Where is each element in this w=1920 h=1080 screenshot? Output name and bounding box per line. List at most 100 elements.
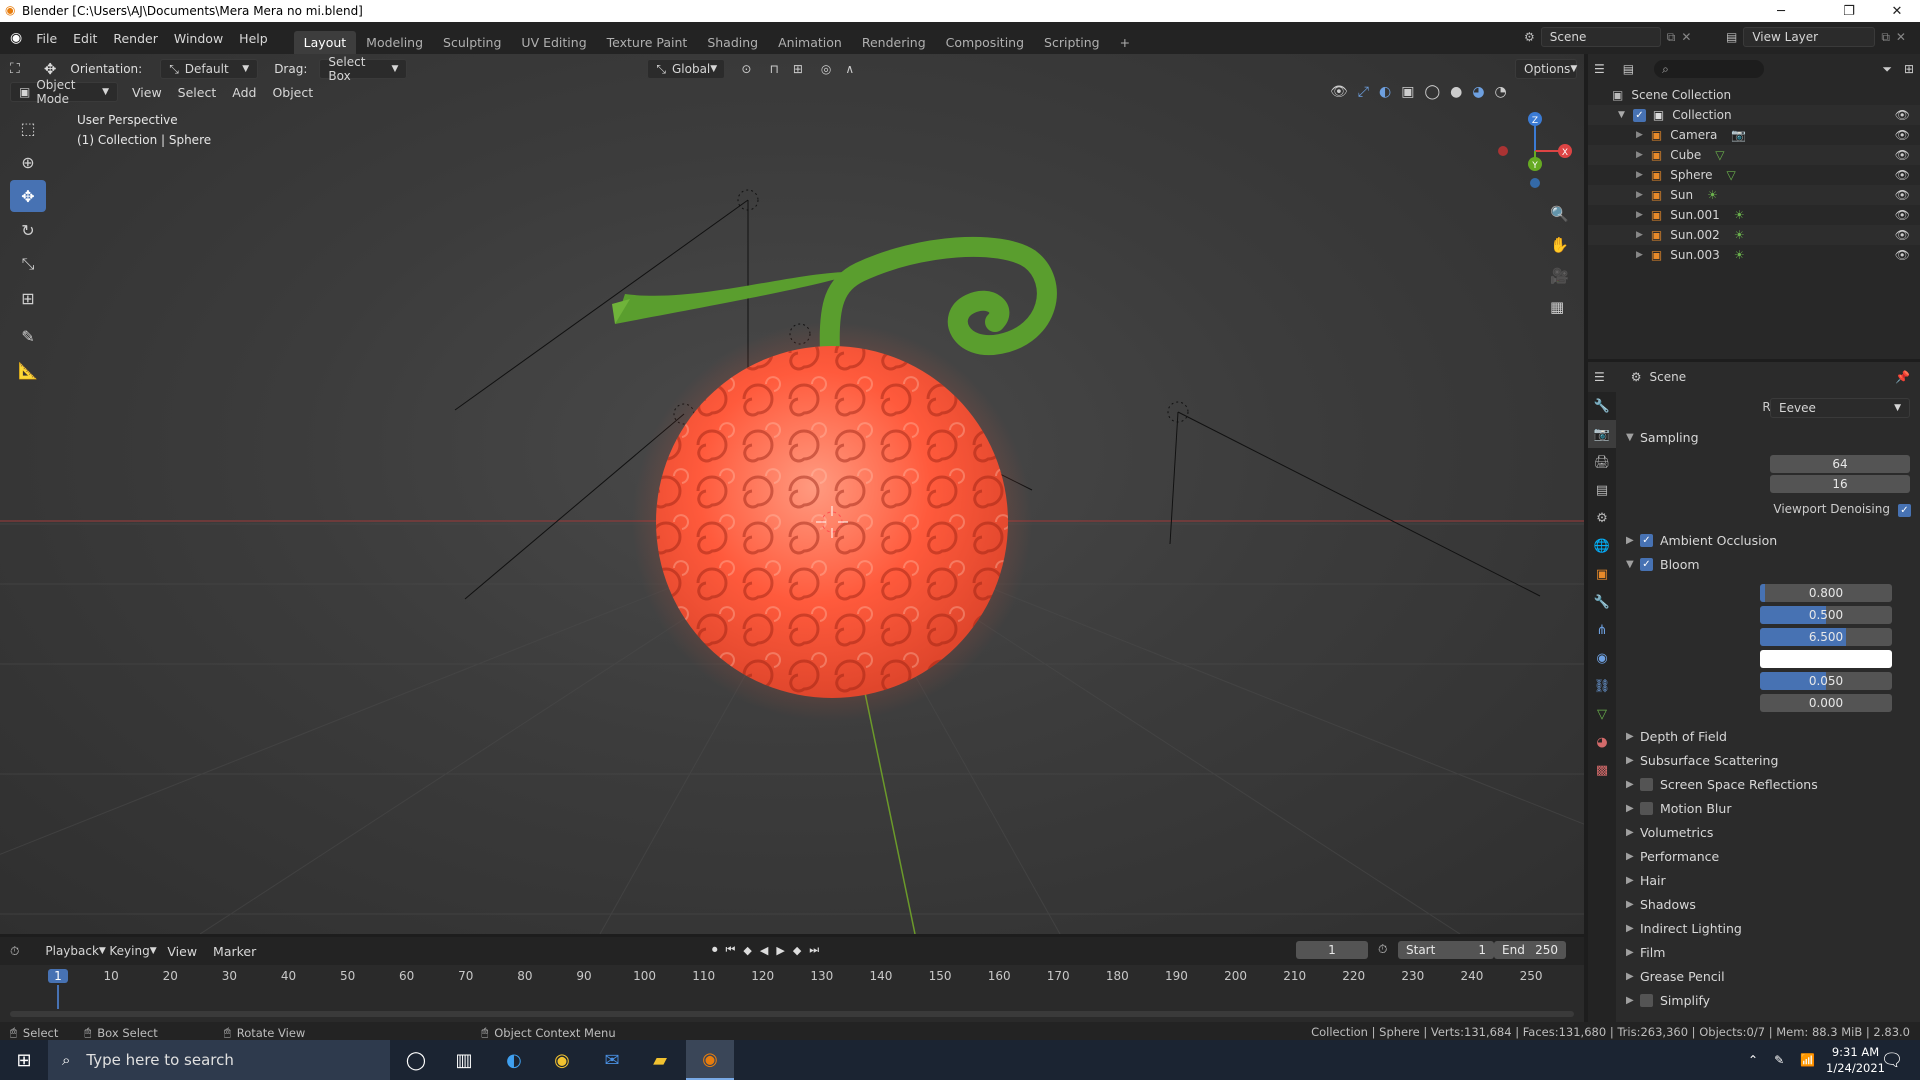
network-icon[interactable]: 📶 <box>1800 1053 1815 1067</box>
editor-type-icon[interactable]: ⛶ <box>10 61 20 77</box>
section-checkbox[interactable] <box>1640 801 1653 815</box>
minimize-button[interactable]: ─ <box>1758 0 1804 22</box>
eye-icon[interactable]: 👁 <box>1895 228 1910 242</box>
timeline-editor-icon[interactable]: ⏱ <box>10 944 19 959</box>
start-frame-field[interactable]: Start 1 <box>1398 941 1494 959</box>
options-dropdown[interactable]: Options ▼ <box>1515 59 1577 79</box>
move-tool[interactable]: ✥ <box>10 180 46 212</box>
tab-shading[interactable]: Shading <box>697 31 768 54</box>
navigation-gizmo[interactable]: Z X Y <box>1490 106 1580 196</box>
render-tab-icon[interactable]: 📷 <box>1588 420 1616 448</box>
mail-icon[interactable]: ✉ <box>588 1040 636 1080</box>
outliner-row-camera[interactable]: ▶ ▣ Camera 📷 👁 <box>1588 125 1920 145</box>
cursor-tool[interactable]: ⊕ <box>10 146 46 178</box>
outliner-row-sphere[interactable]: ▶ ▣ Sphere ▽ 👁 <box>1588 165 1920 185</box>
menu-view[interactable]: View <box>124 85 170 100</box>
solid-shading-icon[interactable]: ● <box>1450 84 1462 100</box>
texture-tab-icon[interactable]: ▩ <box>1588 756 1616 784</box>
menu-add[interactable]: Add <box>224 85 264 100</box>
rendered-shading-icon[interactable]: ◔ <box>1495 84 1507 100</box>
menu-select[interactable]: Select <box>170 85 225 100</box>
delete-scene-icon[interactable]: ✕ <box>1681 30 1691 44</box>
object-data-icon[interactable]: ▽ <box>1715 148 1724 162</box>
notification-icon[interactable]: 🗨 <box>1868 1040 1916 1080</box>
section-sampling[interactable]: ▼ Sampling <box>1626 426 1699 448</box>
pin-icon[interactable]: 📌 <box>1895 370 1910 384</box>
orientation-dropdown[interactable]: ⤡ Default ▼ <box>160 59 259 79</box>
outliner-row-collection[interactable]: ▼ ✓ ▣ Collection 👁 <box>1588 105 1920 125</box>
collection-checkbox[interactable]: ✓ <box>1632 108 1646 122</box>
playhead-line[interactable] <box>57 985 59 1009</box>
section-motion-blur[interactable]: ▶ Motion Blur <box>1626 797 1731 819</box>
menu-render[interactable]: Render <box>105 31 166 46</box>
timeline-marker-menu[interactable]: Marker <box>205 944 264 959</box>
camera-view-icon[interactable]: 🎥 <box>1550 261 1569 292</box>
tab-animation[interactable]: Animation <box>768 31 852 54</box>
object-tab-icon[interactable]: ▣ <box>1588 560 1616 588</box>
expand-icon[interactable]: ▼ <box>1618 110 1625 120</box>
modifier-tab-icon[interactable]: 🔧 <box>1588 588 1616 616</box>
viewport-denoising-checkbox[interactable]: ✓ <box>1898 504 1911 517</box>
menu-window[interactable]: Window <box>166 31 231 46</box>
section-checkbox[interactable] <box>1640 993 1653 1007</box>
object-data-icon[interactable]: 📷 <box>1731 128 1746 142</box>
maximize-button[interactable]: ❐ <box>1826 0 1872 22</box>
playhead-frame[interactable]: 1 <box>48 969 68 983</box>
mode-dropdown[interactable]: ▣ Object Mode ▼ <box>10 78 118 106</box>
menu-object[interactable]: Object <box>264 85 321 100</box>
tool-tab-icon[interactable]: 🔧 <box>1588 392 1616 420</box>
taskbar-search-box[interactable]: ⌕ Type here to search <box>48 1040 390 1080</box>
tab-rendering[interactable]: Rendering <box>852 31 936 54</box>
jump-end-icon[interactable]: ⏭ <box>809 943 819 957</box>
outliner-row-sun-002[interactable]: ▶ ▣ Sun.002 ☀ 👁 <box>1588 225 1920 245</box>
expand-icon[interactable]: ▶ <box>1636 250 1643 260</box>
select-box-tool[interactable]: ⬚ <box>10 112 46 144</box>
proportional-edit-icon[interactable]: ◎ <box>821 62 831 76</box>
expand-icon[interactable]: ▶ <box>1636 190 1643 200</box>
view-layer-tab-icon[interactable]: ▤ <box>1588 476 1616 504</box>
delete-view-layer-icon[interactable]: ✕ <box>1896 30 1906 44</box>
section-simplify[interactable]: ▶ Simplify <box>1626 989 1710 1011</box>
section-film[interactable]: ▶ Film <box>1626 941 1665 963</box>
pivot-icon[interactable]: ⊙ <box>741 62 751 76</box>
end-frame-field[interactable]: End 250 <box>1494 941 1566 959</box>
new-view-layer-icon[interactable]: ⧉ <box>1881 30 1890 45</box>
tab-modeling[interactable]: Modeling <box>356 31 433 54</box>
section-grease-pencil[interactable]: ▶ Grease Pencil <box>1626 965 1725 987</box>
object-data-icon[interactable]: ☀ <box>1734 248 1745 262</box>
section-subsurface-scattering[interactable]: ▶ Subsurface Scattering <box>1626 749 1778 771</box>
pan-hand-icon[interactable]: ✋ <box>1550 230 1569 261</box>
next-keyframe-icon[interactable]: ◆ <box>793 944 801 957</box>
falloff-icon[interactable]: ∧ <box>845 62 854 76</box>
tab-texture-paint[interactable]: Texture Paint <box>597 31 698 54</box>
particles-tab-icon[interactable]: ⋔ <box>1588 616 1616 644</box>
tab-compositing[interactable]: Compositing <box>936 31 1034 54</box>
bloom-threshold-field[interactable]: 0.800 <box>1760 584 1892 602</box>
scale-tool[interactable]: ⤡ <box>10 248 46 280</box>
eye-icon[interactable]: 👁 <box>1895 128 1910 142</box>
eye-icon[interactable]: 👁 <box>1895 188 1910 202</box>
outliner-editor-icon[interactable]: ☰ <box>1594 62 1605 76</box>
chrome-icon[interactable]: ◉ <box>538 1040 586 1080</box>
close-button[interactable]: ✕ <box>1874 0 1920 22</box>
filter-icon[interactable]: ⏷ <box>1882 62 1892 77</box>
section-shadows[interactable]: ▶ Shadows <box>1626 893 1696 915</box>
eye-icon[interactable]: 👁 <box>1895 248 1910 262</box>
data-tab-icon[interactable]: ▽ <box>1588 700 1616 728</box>
current-frame-field[interactable]: 1 <box>1296 941 1368 959</box>
bloom-knee-field[interactable]: 0.500 <box>1760 606 1892 624</box>
render-engine-dropdown[interactable]: Eevee ▼ <box>1770 398 1910 418</box>
eye-icon[interactable]: 👁 <box>1895 168 1910 182</box>
tray-expand-icon[interactable]: ⌃ <box>1748 1053 1758 1067</box>
section-volumetrics[interactable]: ▶ Volumetrics <box>1626 821 1713 843</box>
jump-start-icon[interactable]: ⏮ <box>726 943 736 957</box>
world-tab-icon[interactable]: 🌐 <box>1588 532 1616 560</box>
material-shading-icon[interactable]: ◕ <box>1472 84 1484 100</box>
section-hair[interactable]: ▶ Hair <box>1626 869 1666 891</box>
eye-icon[interactable]: 👁 <box>1895 108 1910 122</box>
preview-range-icon[interactable]: ⏱ <box>1378 942 1387 957</box>
sampling-viewport-field[interactable]: 16 <box>1770 475 1910 493</box>
object-data-icon[interactable]: ☀ <box>1707 188 1718 202</box>
ortho-grid-icon[interactable]: ▦ <box>1550 292 1569 323</box>
timeline-area[interactable]: 1 10 20 30 40 50 60 70 80 90 100 110 120 130 140 150 160… <box>0 965 1584 1025</box>
